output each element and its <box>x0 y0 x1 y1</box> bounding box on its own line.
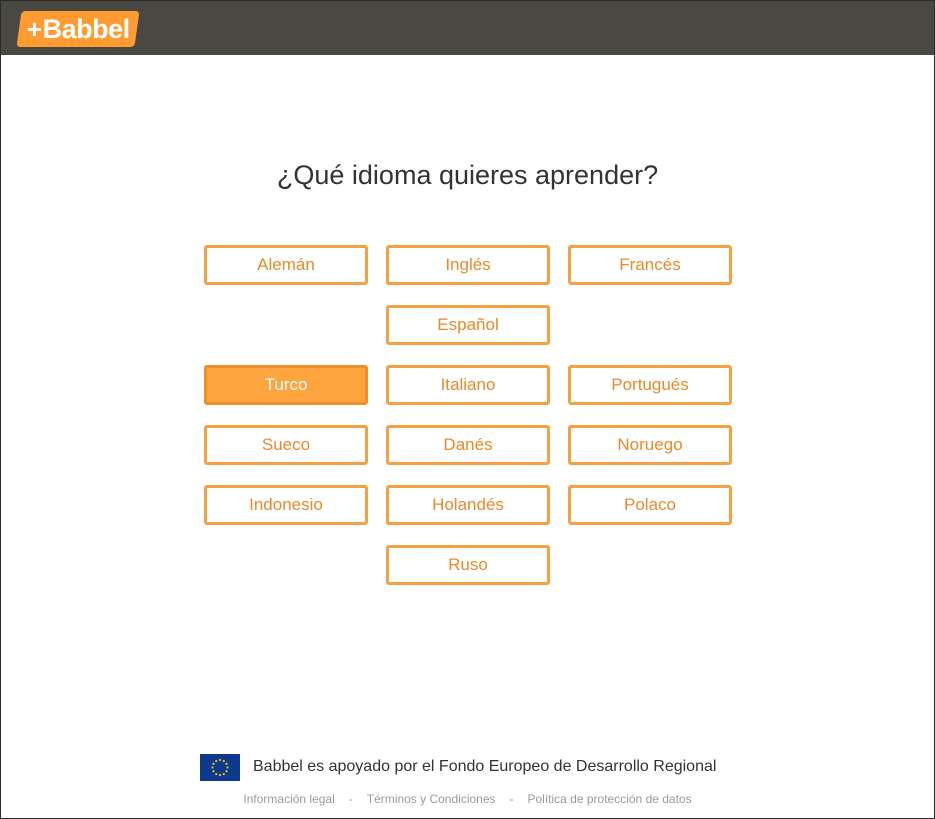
language-option-ingles[interactable]: Inglés <box>386 245 550 285</box>
language-option-frances[interactable]: Francés <box>568 245 732 285</box>
eu-funding-text: Babbel es apoyado por el Fondo Europeo d… <box>253 758 717 775</box>
language-option-indonesio[interactable]: Indonesio <box>204 485 368 525</box>
language-option-aleman[interactable]: Alemán <box>204 245 368 285</box>
language-option-holandes[interactable]: Holandés <box>386 485 550 525</box>
language-option-sueco[interactable]: Sueco <box>204 425 368 465</box>
language-option-ruso[interactable]: Ruso <box>386 545 550 585</box>
language-option-polaco[interactable]: Polaco <box>568 485 732 525</box>
language-option-danes[interactable]: Danés <box>386 425 550 465</box>
babbel-logo[interactable]: + Babbel <box>16 11 140 47</box>
page-title: ¿Qué idioma quieres aprender? <box>276 160 659 190</box>
eu-flag-icon <box>200 753 240 781</box>
logo-plus-icon: + <box>26 13 42 44</box>
terms-link[interactable]: Términos y Condiciones <box>367 792 496 806</box>
legal-info-link[interactable]: Información legal <box>243 792 334 806</box>
language-option-italiano[interactable]: Italiano <box>386 365 550 405</box>
eu-funding-notice: Babbel es apoyado por el Fondo Europeo d… <box>200 753 716 781</box>
language-option-noruego[interactable]: Noruego <box>568 425 732 465</box>
footer-separator: - <box>509 792 514 806</box>
footer-separator: - <box>348 792 353 806</box>
language-option-portugues[interactable]: Portugués <box>568 365 732 405</box>
privacy-policy-link[interactable]: Política de protección de datos <box>528 792 692 806</box>
language-option-espanol[interactable]: Español <box>386 305 550 345</box>
logo-text: Babbel <box>42 13 130 44</box>
page-frame <box>0 0 935 819</box>
footer-links: Información legal - Términos y Condiciones… <box>0 792 935 806</box>
top-bar: + Babbel <box>1 1 934 55</box>
language-option-turco[interactable]: Turco <box>204 365 368 405</box>
